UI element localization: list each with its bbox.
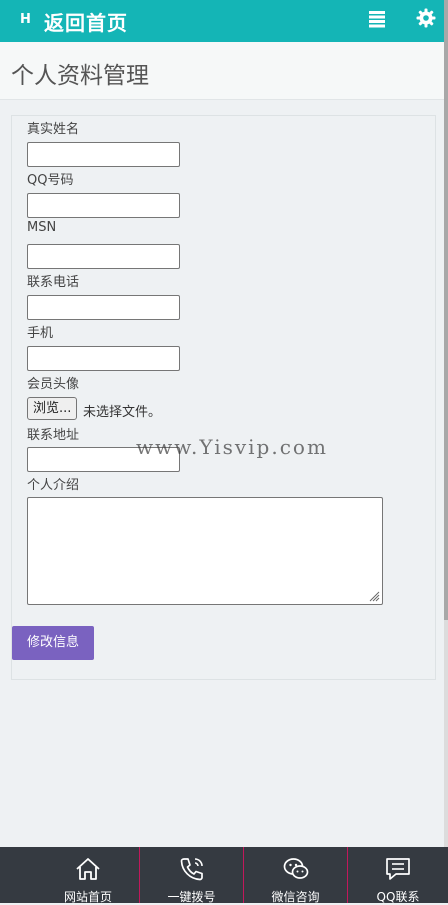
scrollbar-thumb[interactable] xyxy=(444,0,448,620)
browse-file-button[interactable]: 浏览... xyxy=(27,397,78,420)
nav-qq-label: QQ联系 xyxy=(376,890,420,904)
nav-call[interactable]: 一键拨号 xyxy=(140,847,243,904)
nav-wechat[interactable]: 微信咨询 xyxy=(244,847,347,904)
real-name-input[interactable] xyxy=(27,142,180,167)
home-icon xyxy=(76,858,100,880)
intro-label: 个人介绍 xyxy=(27,478,80,493)
avatar-label: 会员头像 xyxy=(27,377,80,392)
watermark: www.Yisvip.com xyxy=(136,435,328,459)
phone-icon xyxy=(180,858,203,881)
qq-input[interactable] xyxy=(27,193,180,218)
top-bar: H 返回首页 xyxy=(0,0,448,42)
phone-label: 联系电话 xyxy=(27,275,80,290)
resize-grip-icon[interactable] xyxy=(368,590,380,602)
gear-icon[interactable] xyxy=(416,8,436,28)
wechat-icon xyxy=(283,858,308,879)
qq-label: QQ号码 xyxy=(27,173,74,188)
scrollbar[interactable] xyxy=(444,0,448,847)
profile-form: 真实姓名 QQ号码 MSN 联系电话 手机 会员头像 浏览... 未选择文件。 … xyxy=(11,115,436,680)
page-title-bar: 个人资料管理 xyxy=(0,42,448,100)
nav-qq[interactable]: QQ联系 xyxy=(348,847,448,904)
page-title: 个人资料管理 xyxy=(11,63,149,89)
home-link[interactable]: 返回首页 xyxy=(44,7,128,36)
address-label: 联系地址 xyxy=(27,428,80,443)
nav-wechat-label: 微信咨询 xyxy=(271,890,320,904)
list-icon[interactable] xyxy=(368,10,386,28)
mobile-label: 手机 xyxy=(27,326,54,341)
msn-input[interactable] xyxy=(27,244,180,269)
message-icon xyxy=(386,858,410,880)
nav-call-label: 一键拨号 xyxy=(167,890,216,904)
site-logo[interactable]: H xyxy=(20,12,31,27)
mobile-input[interactable] xyxy=(27,346,180,371)
nav-home[interactable]: 网站首页 xyxy=(38,847,138,904)
real-name-label: 真实姓名 xyxy=(27,122,80,137)
nav-home-label: 网站首页 xyxy=(63,890,112,904)
submit-button[interactable]: 修改信息 xyxy=(12,626,94,660)
phone-input[interactable] xyxy=(27,295,180,320)
intro-textarea[interactable] xyxy=(27,497,383,605)
file-status-text: 未选择文件。 xyxy=(83,405,162,420)
msn-label: MSN xyxy=(27,220,57,235)
bottom-nav: 网站首页 一键拨号 微信咨询 QQ联系 xyxy=(0,847,448,904)
